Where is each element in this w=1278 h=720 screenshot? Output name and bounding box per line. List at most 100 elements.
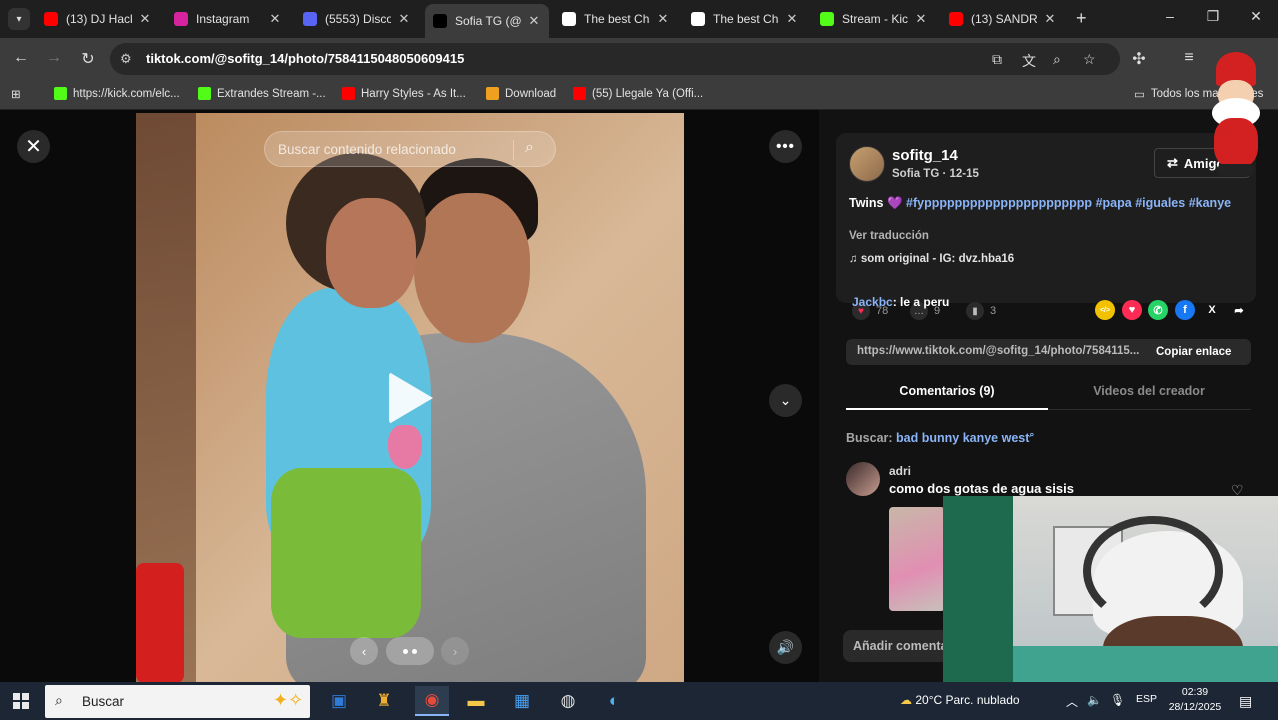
search-suggestion-query: bad bunny kanye west	[896, 431, 1030, 446]
creator-username[interactable]: sofitg_14	[892, 147, 958, 164]
close-tab-icon[interactable]: ✕	[785, 11, 799, 27]
media-controls-icon[interactable]: ≡	[1179, 49, 1199, 67]
translate-link[interactable]: Ver traducción	[849, 230, 929, 242]
next-slide-button[interactable]: ›	[441, 637, 469, 665]
browser-tab[interactable]: Instagram ✕	[166, 4, 290, 34]
browser-tab[interactable]: Stream - Kick ✕	[812, 4, 936, 34]
bookmark-item[interactable]: https://kick.com/elc...	[54, 87, 180, 100]
search-suggest-icon: ⌕	[1029, 429, 1035, 439]
restore-button[interactable]: ❐	[1203, 8, 1223, 25]
file-explorer-icon[interactable]: ▬	[459, 686, 493, 716]
hashtag-link[interactable]: #fypppppppppppppppppppppp	[906, 196, 1092, 210]
tray-chevron-icon[interactable]: ︿	[1066, 693, 1078, 710]
tab-search-button[interactable]: ▾	[8, 8, 30, 30]
webcam-overlay	[943, 496, 1278, 686]
bookmark-star-icon[interactable]: ☆	[1083, 51, 1096, 68]
start-button[interactable]	[13, 693, 29, 709]
bookmark-label: https://kick.com/elc...	[73, 87, 180, 100]
minimize-button[interactable]: –	[1160, 8, 1180, 24]
next-post-button[interactable]: ⌄	[769, 384, 802, 417]
weather-widget[interactable]: ☁ 20°C Parc. nublado	[900, 693, 1020, 707]
creator-subtitle: Sofia TG · 12-15	[892, 168, 979, 180]
instagram-icon	[174, 12, 188, 26]
close-tab-icon[interactable]: ✕	[1043, 11, 1057, 27]
app-icon[interactable]: ◐	[597, 686, 631, 716]
share-friends-icon[interactable]: ♥	[1122, 300, 1142, 320]
close-tab-icon[interactable]: ✕	[268, 11, 282, 27]
close-tab-icon[interactable]: ✕	[527, 13, 541, 29]
close-viewer-button[interactable]: ✕	[17, 130, 50, 163]
search-icon[interactable]: ⌕	[525, 139, 534, 157]
search-suggestion-prefix: Buscar:	[846, 431, 893, 446]
search-suggestion[interactable]: Buscar: bad bunny kanye west⌕	[846, 429, 1034, 445]
translate-icon[interactable]: 文	[1022, 51, 1036, 71]
tab-title: (13) SANDR	[971, 12, 1037, 26]
hashtag-link[interactable]: #kanye	[1189, 196, 1231, 210]
share-facebook-icon[interactable]: f	[1175, 300, 1195, 320]
browser-tab[interactable]: Sofia TG (@ ✕	[425, 4, 549, 38]
chrome-icon[interactable]: ◉	[415, 686, 449, 716]
tab-comments[interactable]: Comentarios (9)	[846, 384, 1048, 398]
close-tab-icon[interactable]: ✕	[397, 11, 411, 27]
outlook-icon[interactable]: ▣	[322, 686, 356, 716]
reload-button[interactable]: ↻	[78, 49, 98, 69]
address-bar[interactable]: ⚙ tiktok.com/@sofitg_14/photo/7584115048…	[110, 43, 1120, 75]
site-info-icon[interactable]: ⚙	[120, 51, 132, 67]
copy-link-button[interactable]: Copiar enlace	[1144, 339, 1243, 365]
mic-icon[interactable]: 🎙	[1110, 693, 1125, 707]
previous-slide-button[interactable]: ‹	[350, 637, 378, 665]
close-tab-icon[interactable]: ✕	[138, 11, 152, 27]
apps-icon[interactable]: ⊞	[11, 87, 21, 101]
sound-link[interactable]: ♫ som original - IG: dvz.hba16	[849, 253, 1014, 265]
new-tab-button[interactable]: +	[1076, 8, 1087, 29]
taskbar-search[interactable]: ⌕ Buscar ✦✧	[45, 685, 310, 718]
browser-tab[interactable]: (5553) Disco ✕	[295, 4, 419, 34]
share-embed-icon[interactable]: </>	[1095, 300, 1115, 320]
trophy-icon[interactable]: ♜	[367, 686, 401, 716]
share-more-icon[interactable]: ➦	[1229, 300, 1249, 320]
bookmark-item[interactable]: Harry Styles - As It...	[342, 87, 466, 100]
hashtag-link[interactable]: #papa	[1096, 196, 1132, 210]
bookmark-item[interactable]: Extrandes Stream -...	[198, 87, 326, 100]
browser-tab[interactable]: The best Cha ✕	[683, 4, 807, 34]
notifications-icon[interactable]: ▤	[1239, 693, 1252, 710]
save-action[interactable]: ▮ 3	[966, 302, 996, 320]
forward-button[interactable]: →	[44, 49, 64, 67]
tab-title: The best Cha	[584, 12, 650, 26]
volume-button[interactable]: 🔊	[769, 631, 802, 664]
comment-media-thumbnail[interactable]	[889, 507, 945, 611]
browser-tab[interactable]: The best Cha ✕	[554, 4, 678, 34]
play-icon[interactable]	[389, 372, 433, 424]
obs-icon[interactable]: ◍	[551, 686, 585, 716]
close-window-button[interactable]: ✕	[1246, 8, 1266, 25]
post-caption: Twins 💜 #fypppppppppppppppppppppp #papa …	[849, 195, 1239, 212]
hashtag-link[interactable]: #iguales	[1135, 196, 1185, 210]
volume-icon[interactable]: 🔈	[1087, 693, 1102, 707]
extensions-icon[interactable]: ✣	[1129, 49, 1149, 69]
share-link-url[interactable]: https://www.tiktok.com/@sofitg_14/photo/…	[857, 345, 1142, 357]
comment-avatar[interactable]	[846, 462, 880, 496]
install-app-icon[interactable]: ⧉	[992, 51, 1002, 68]
zoom-icon[interactable]: ⌕	[1053, 51, 1061, 68]
comment-user[interactable]: adri	[889, 464, 911, 478]
bookmark-item[interactable]: Download	[486, 87, 556, 100]
store-icon[interactable]: ▦	[505, 686, 539, 716]
language-indicator[interactable]: ESP	[1136, 693, 1157, 705]
related-search-box[interactable]: Buscar contenido relacionado ⌕	[264, 131, 556, 167]
browser-tab[interactable]: (13) SANDR ✕	[941, 4, 1065, 34]
browser-tab[interactable]: (13) DJ Hackr ✕	[36, 4, 160, 34]
tab-creator-videos[interactable]: Videos del creador	[1048, 384, 1250, 398]
more-options-button[interactable]: •••	[769, 130, 802, 163]
clock[interactable]: 02:39 28/12/2025	[1167, 685, 1223, 715]
close-tab-icon[interactable]: ✕	[914, 11, 928, 27]
caption-text: Twins 💜	[849, 196, 903, 210]
address-url[interactable]: tiktok.com/@sofitg_14/photo/758411504805…	[146, 51, 464, 66]
youtube-icon	[573, 87, 586, 100]
back-button[interactable]: ←	[11, 49, 31, 67]
bookmark-item[interactable]: (55) Llegale Ya (Offi...	[573, 87, 703, 100]
close-tab-icon[interactable]: ✕	[656, 11, 670, 27]
avatar[interactable]	[849, 146, 885, 182]
share-x-icon[interactable]: X	[1202, 300, 1222, 320]
share-whatsapp-icon[interactable]: ✆	[1148, 300, 1168, 320]
taskbar-search-label: Buscar	[82, 694, 125, 709]
